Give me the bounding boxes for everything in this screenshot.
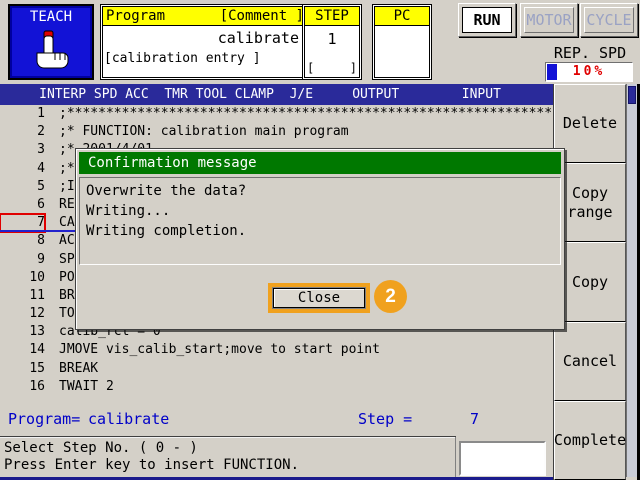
list-line-14[interactable]: 14 JMOVE vis_calib_start;move to start po… (0, 341, 553, 359)
input-divider-line (455, 437, 456, 477)
teach-mode-button[interactable]: TEACH (8, 4, 94, 80)
line-number: 13 (29, 324, 45, 340)
cycle-button[interactable]: CYCLE (580, 3, 638, 37)
bracket-open: [ (307, 61, 315, 75)
program-box-header: Program [Comment ] (103, 7, 307, 26)
line-text: ;***************************************… (59, 106, 553, 121)
step-bracket-field: [ ] (305, 61, 359, 77)
list-line-15[interactable]: 15 BREAK (0, 360, 553, 378)
program-comment-value: [calibration entry ] (104, 51, 261, 66)
bracket-close: ] (349, 61, 357, 75)
line-text: TWAIT 2 (59, 378, 114, 394)
cycle-label: CYCLE (584, 7, 634, 33)
list-line-2[interactable]: 2 ;* FUNCTION: calibration main program (0, 123, 553, 141)
status-divider-highlight (0, 437, 456, 438)
dialog-message-1: Overwrite the data? (86, 183, 247, 199)
program-display-box: Program [Comment ] calibrate [calibratio… (100, 4, 310, 80)
program-header-label: Program (106, 8, 166, 24)
close-button-highlight: Close (268, 283, 370, 313)
cancel-button[interactable]: Cancel (554, 321, 626, 401)
status-program-label: Program= (8, 410, 81, 428)
dialog-message-2: Writing... (86, 203, 171, 219)
prompt-message-line2: Press Enter key to insert FUNCTION. (4, 457, 300, 473)
line-text: JMOVE vis_calib_start;move to start poin… (59, 342, 380, 358)
motor-button[interactable]: MOTOR (520, 3, 578, 37)
line-number: 6 (37, 196, 45, 212)
status-program-value: calibrate (88, 410, 170, 428)
dialog-message-panel: Overwrite the data? Writing... Writing c… (79, 177, 561, 265)
status-step-value: 7 (470, 410, 480, 428)
run-label: RUN (462, 7, 512, 33)
copy-label: Copy (571, 272, 609, 291)
hand-pointer-icon (27, 27, 75, 77)
teach-label: TEACH (29, 9, 73, 25)
status-step-label: Step = (358, 410, 413, 428)
step-box-header: STEP (305, 7, 359, 26)
dialog-title-bar: Confirmation message (79, 152, 561, 174)
line-number: 8 (37, 233, 45, 249)
step-number-input[interactable] (459, 441, 546, 476)
line-number: 5 (37, 178, 45, 194)
dialog-message-3: Writing completion. (86, 223, 247, 239)
line-number: 9 (37, 251, 45, 267)
cancel-label: Cancel (562, 351, 618, 370)
close-button[interactable]: Close (273, 288, 365, 308)
line-number: 1 (37, 106, 45, 121)
step-current-value: 1 (327, 30, 337, 48)
line-number: 14 (29, 342, 45, 358)
delete-label: Delete (562, 114, 618, 133)
motor-label: MOTOR (524, 7, 574, 33)
step-display-box: STEP 1 [ ] (302, 4, 362, 80)
run-button[interactable]: RUN (458, 3, 516, 37)
complete-label: Complete (553, 430, 627, 449)
comment-header-label: [Comment ] (219, 8, 304, 24)
line-number: 3 (37, 142, 45, 158)
pc-display-box: PC (372, 4, 432, 80)
scrollbar-thumb[interactable] (628, 86, 636, 104)
line-text: BREAK (59, 360, 99, 376)
line-number: 15 (29, 360, 45, 376)
line-number: 4 (37, 160, 45, 176)
vertical-scrollbar[interactable] (626, 84, 637, 477)
complete-button[interactable]: Complete (553, 400, 627, 480)
line-number: 16 (29, 378, 45, 394)
repeat-speed-bar: 10% (545, 62, 633, 82)
line-number: 11 (29, 287, 45, 303)
listing-column-header: INTERP SPD ACC TMR TOOL CLAMP J/E OUTPUT… (0, 84, 553, 105)
rep-spd-label: REP. SPD (553, 44, 627, 62)
list-line-16[interactable]: 16 TWAIT 2 (0, 378, 553, 396)
list-line-1[interactable]: 1 ;**************************************… (0, 105, 553, 123)
program-name-value: calibrate (217, 29, 299, 47)
copy-range-label: Copy range (567, 183, 613, 221)
confirmation-dialog: Confirmation message Overwrite the data?… (75, 148, 565, 330)
prompt-message-line1: Select Step No. ( 0 - ) (4, 440, 198, 456)
line-text: ;* FUNCTION: calibration main program (59, 124, 349, 140)
speed-percent-value: 10% (572, 64, 606, 79)
pc-box-header: PC (375, 7, 429, 26)
line-number: 2 (37, 124, 45, 140)
line-number: 10 (29, 269, 45, 285)
annotation-step-badge: 2 (374, 280, 407, 313)
line-number: 12 (29, 306, 45, 322)
